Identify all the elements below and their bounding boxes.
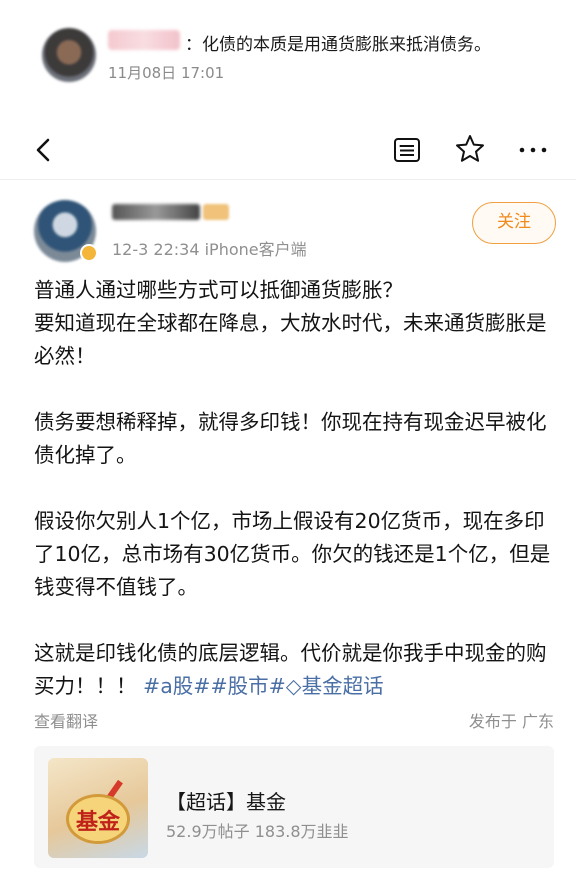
topic-stats: 52.9万帖子 183.8万韭韭: [166, 822, 349, 841]
nav-bar: [0, 120, 576, 180]
commenter-avatar[interactable]: [42, 28, 96, 82]
top-comment-text: ：化债的本质是用通货膨胀来抵消债务。: [185, 35, 491, 55]
back-icon[interactable]: [30, 136, 58, 164]
post-paragraph-4: 这就是印钱化债的底层逻辑。代价就是你我手中现金的购买力！！！ #a股##股市#◇…: [34, 637, 554, 703]
author-name-blurred[interactable]: [112, 204, 200, 220]
post-paragraph-3: 假设你欠别人1个亿，市场上假设有20亿货币，现在多印了10亿，总市场有30亿货币…: [34, 509, 551, 599]
post-hashtags[interactable]: #a股##股市#◇基金超话: [143, 674, 384, 698]
star-icon[interactable]: [454, 133, 486, 165]
post-footer: 查看翻译 发布于 广东: [34, 708, 554, 734]
author-level-badge: [203, 204, 229, 220]
topic-image-text: 基金: [75, 809, 120, 835]
top-comment-time: 11月08日 17:01: [108, 64, 225, 82]
translate-link[interactable]: 查看翻译: [34, 708, 98, 732]
post-meta: 12-3 22:34 iPhone客户端: [112, 240, 307, 259]
more-icon[interactable]: [516, 135, 550, 165]
post-paragraph-2: 债务要想稀释掉，就得多印钱！你现在持有现金迟早被化债化掉了。: [34, 410, 547, 467]
post-author: 12-3 22:34 iPhone客户端 关注: [0, 190, 576, 270]
follow-button[interactable]: 关注: [472, 202, 556, 244]
topic-thumbnail: 基金: [48, 758, 148, 858]
post-paragraph-1: 普通人通过哪些方式可以抵御通货膨胀？ 要知道现在全球都在降息，大放水时代，未来通…: [34, 278, 547, 368]
post-location: 发布于 广东: [468, 712, 554, 731]
commenter-name-blurred[interactable]: [108, 30, 180, 50]
topic-title: 【超话】基金: [166, 790, 286, 814]
news-icon[interactable]: [392, 135, 422, 165]
verified-badge-icon: [80, 244, 98, 262]
post-body: 普通人通过哪些方式可以抵御通货膨胀？ 要知道现在全球都在降息，大放水时代，未来通…: [34, 274, 554, 703]
top-comment: ：化债的本质是用通货膨胀来抵消债务。 11月08日 17:01: [0, 0, 576, 110]
topic-card[interactable]: 基金 【超话】基金 52.9万帖子 183.8万韭韭: [34, 746, 554, 868]
